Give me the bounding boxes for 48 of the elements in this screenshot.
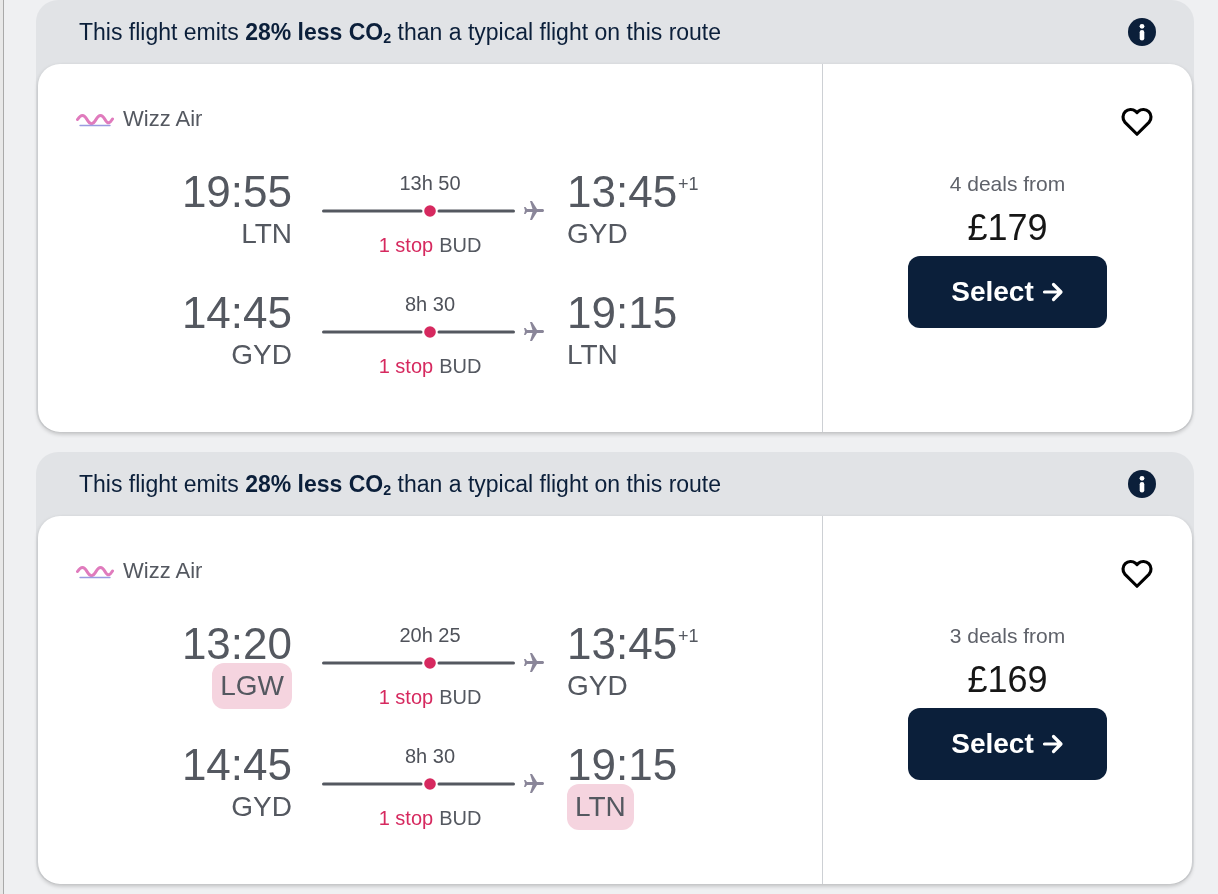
info-icon[interactable]: [1128, 470, 1156, 498]
emissions-note: This flight emits 28% less CO$_{2}$ than a typical flight on this route: [79, 18, 722, 46]
arrival-time: 13:45: [567, 619, 678, 668]
emissions-note: This flight emits 28% less CO$_{2}$ than a typical flight on this route: [79, 470, 722, 498]
departure-time: 14:45: [180, 741, 292, 789]
select-button[interactable]: Select: [908, 256, 1107, 328]
airport-code: GYD: [567, 669, 628, 703]
airport-code: LTN: [241, 217, 292, 251]
arrival-time: 19:15: [567, 288, 678, 337]
flight-duration: 8h 30: [403, 292, 457, 316]
airport-code: GYD: [567, 217, 628, 251]
stopover-airport: BUD: [439, 234, 482, 256]
airport-code: GYD: [231, 790, 292, 824]
select-button[interactable]: Select: [908, 708, 1107, 780]
airline-logo: [76, 563, 114, 579]
price: £179: [967, 208, 1048, 248]
airline-logo: [76, 111, 114, 127]
stop-count: 1 stop: [378, 686, 434, 708]
departure-time: 19:55: [180, 168, 292, 216]
airport-code: GYD: [231, 338, 292, 372]
airline-name: Wizz Air: [123, 108, 203, 130]
stop-count: 1 stop: [378, 234, 434, 256]
deals-count: 4 deals from: [949, 172, 1066, 196]
airport-code: LTN: [567, 784, 634, 830]
airline-name: Wizz Air: [123, 560, 203, 582]
arrow-right-icon: [1041, 733, 1064, 755]
departure-time: 14:45: [180, 289, 292, 337]
arrow-right-icon: [1041, 281, 1064, 303]
plane-icon: [522, 772, 546, 796]
stop-count: 1 stop: [378, 807, 434, 829]
deals-count: 3 deals from: [949, 624, 1066, 648]
arrival-time: 13:45: [567, 167, 678, 216]
plane-icon: [522, 320, 546, 344]
stop-count: 1 stop: [378, 355, 434, 377]
plane-icon: [522, 199, 546, 223]
airport-code: LGW: [212, 663, 292, 709]
airport-code: LTN: [567, 338, 618, 372]
stopover-airport: BUD: [439, 807, 482, 829]
flight-duration: 13h 50: [398, 171, 462, 195]
info-icon[interactable]: [1128, 18, 1156, 46]
day-offset: +1: [678, 627, 699, 645]
stopover-airport: BUD: [439, 686, 482, 708]
flight-duration: 8h 30: [403, 744, 457, 768]
day-offset: +1: [678, 175, 699, 193]
plane-icon: [522, 651, 546, 675]
flight-duration: 20h 25: [398, 623, 462, 647]
price: £169: [967, 660, 1048, 700]
stopover-airport: BUD: [439, 355, 482, 377]
